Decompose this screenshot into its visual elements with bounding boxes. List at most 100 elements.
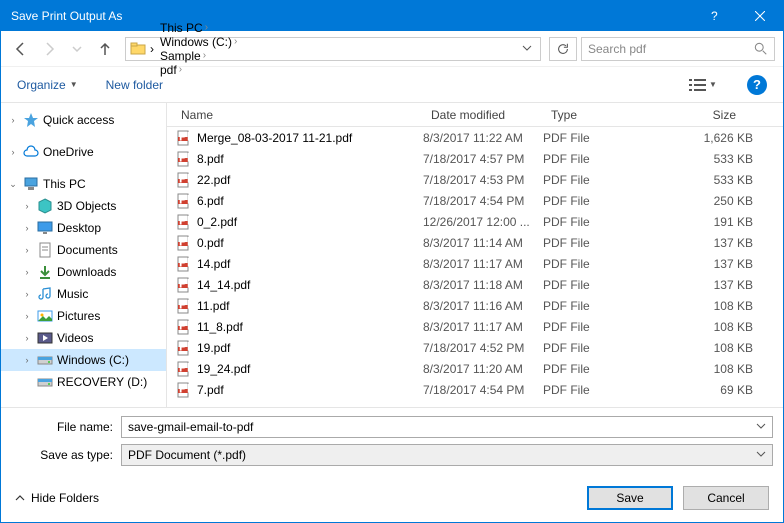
file-row[interactable]: PDF0.pdf8/3/2017 11:14 AMPDF File137 KB — [167, 232, 783, 253]
recent-dropdown[interactable] — [65, 37, 89, 61]
file-list[interactable]: PDFMerge_08-03-2017 11-21.pdf8/3/2017 11… — [167, 127, 783, 407]
pdf-file-icon: PDF — [175, 382, 191, 398]
file-size: 533 KB — [633, 152, 783, 166]
new-folder-button[interactable]: New folder — [106, 78, 163, 92]
tree-item-pictures[interactable]: ›Pictures — [1, 305, 166, 327]
column-name[interactable]: Name — [167, 103, 423, 126]
tree-item-3d-objects[interactable]: ›3D Objects — [1, 195, 166, 217]
tree-item-this-pc[interactable]: ⌄This PC — [1, 173, 166, 195]
tree-item-downloads[interactable]: ›Downloads — [1, 261, 166, 283]
address-bar[interactable]: › This PC›Windows (C:)›Sample›pdf› — [125, 37, 541, 61]
file-name: 0.pdf — [197, 236, 423, 250]
expander-icon[interactable]: › — [21, 289, 33, 299]
pc-icon — [23, 176, 39, 192]
column-type[interactable]: Type — [543, 103, 633, 126]
tree-item-recovery-d-[interactable]: RECOVERY (D:) — [1, 371, 166, 393]
expander-icon[interactable]: › — [21, 245, 33, 255]
tree-item-documents[interactable]: ›Documents — [1, 239, 166, 261]
breadcrumb-windows-c-[interactable]: Windows (C:)› — [158, 35, 239, 49]
file-date: 8/3/2017 11:17 AM — [423, 257, 543, 271]
search-box[interactable] — [581, 37, 775, 61]
cancel-button[interactable]: Cancel — [683, 486, 769, 510]
file-size: 108 KB — [633, 320, 783, 334]
filename-input[interactable] — [128, 420, 756, 434]
expander-icon[interactable]: › — [21, 355, 33, 365]
expander-icon[interactable]: › — [21, 267, 33, 277]
file-size: 137 KB — [633, 236, 783, 250]
forward-button[interactable] — [37, 37, 61, 61]
filename-dropdown[interactable] — [756, 420, 766, 434]
help-button[interactable]: ? — [691, 1, 737, 31]
close-button[interactable] — [737, 1, 783, 31]
expander-icon[interactable]: › — [7, 147, 19, 157]
file-name: 11.pdf — [197, 299, 423, 313]
view-options-button[interactable]: ▼ — [687, 74, 719, 96]
expander-icon[interactable]: › — [21, 201, 33, 211]
navigation-tree[interactable]: ›Quick access ›OneDrive ⌄This PC›3D Object… — [1, 103, 167, 407]
file-size: 137 KB — [633, 278, 783, 292]
file-date: 8/3/2017 11:22 AM — [423, 131, 543, 145]
savetype-combo[interactable]: PDF Document (*.pdf) — [121, 444, 773, 466]
tree-item-onedrive[interactable]: ›OneDrive — [1, 141, 166, 163]
drive-icon — [37, 352, 53, 368]
address-dropdown[interactable] — [518, 42, 536, 56]
file-row[interactable]: PDFMerge_08-03-2017 11-21.pdf8/3/2017 11… — [167, 127, 783, 148]
hide-folders-toggle[interactable]: Hide Folders — [15, 491, 99, 505]
search-icon — [754, 42, 768, 56]
nav-bar: › This PC›Windows (C:)›Sample›pdf› — [1, 31, 783, 67]
svg-text:PDF: PDF — [179, 277, 191, 291]
file-row[interactable]: PDF0_2.pdf12/26/2017 12:00 ...PDF File19… — [167, 211, 783, 232]
savetype-dropdown[interactable] — [756, 448, 766, 462]
file-type: PDF File — [543, 383, 633, 397]
refresh-button[interactable] — [549, 37, 577, 61]
expander-icon[interactable]: › — [7, 115, 19, 125]
save-button[interactable]: Save — [587, 486, 673, 510]
help-icon[interactable]: ? — [747, 75, 767, 95]
file-row[interactable]: PDF8.pdf7/18/2017 4:57 PMPDF File533 KB — [167, 148, 783, 169]
file-row[interactable]: PDF14.pdf8/3/2017 11:17 AMPDF File137 KB — [167, 253, 783, 274]
tree-item-music[interactable]: ›Music — [1, 283, 166, 305]
file-size: 533 KB — [633, 173, 783, 187]
file-row[interactable]: PDF22.pdf7/18/2017 4:53 PMPDF File533 KB — [167, 169, 783, 190]
file-row[interactable]: PDF7.pdf7/18/2017 4:54 PMPDF File69 KB — [167, 379, 783, 400]
pic-icon — [37, 308, 53, 324]
file-date: 8/3/2017 11:20 AM — [423, 362, 543, 376]
svg-text:PDF: PDF — [179, 298, 191, 312]
tree-item-desktop[interactable]: ›Desktop — [1, 217, 166, 239]
svg-text:PDF: PDF — [179, 214, 191, 228]
file-row[interactable]: PDF14_14.pdf8/3/2017 11:18 AMPDF File137… — [167, 274, 783, 295]
file-row[interactable]: PDF19.pdf7/18/2017 4:52 PMPDF File108 KB — [167, 337, 783, 358]
file-name: Merge_08-03-2017 11-21.pdf — [197, 131, 423, 145]
svg-text:PDF: PDF — [179, 172, 191, 186]
file-row[interactable]: PDF11_8.pdf8/3/2017 11:17 AMPDF File108 … — [167, 316, 783, 337]
file-row[interactable]: PDF11.pdf8/3/2017 11:16 AMPDF File108 KB — [167, 295, 783, 316]
file-row[interactable]: PDF6.pdf7/18/2017 4:54 PMPDF File250 KB — [167, 190, 783, 211]
expander-icon[interactable]: › — [21, 311, 33, 321]
file-row[interactable]: PDF19_24.pdf8/3/2017 11:20 AMPDF File108… — [167, 358, 783, 379]
file-size: 137 KB — [633, 257, 783, 271]
column-size[interactable]: Size — [633, 103, 783, 126]
tree-item-quick-access[interactable]: ›Quick access — [1, 109, 166, 131]
back-button[interactable] — [9, 37, 33, 61]
tree-item-windows-c-[interactable]: ›Windows (C:) — [1, 349, 166, 371]
cloud-icon — [23, 144, 39, 160]
svg-text:PDF: PDF — [179, 235, 191, 249]
file-type: PDF File — [543, 299, 633, 313]
up-button[interactable] — [93, 37, 117, 61]
file-name: 6.pdf — [197, 194, 423, 208]
expander-icon[interactable]: › — [21, 223, 33, 233]
breadcrumb-this-pc[interactable]: This PC› — [158, 21, 239, 35]
chevron-right-icon[interactable]: › — [150, 42, 154, 56]
expander-icon[interactable]: ⌄ — [7, 179, 19, 190]
file-size: 191 KB — [633, 215, 783, 229]
expander-icon[interactable]: › — [21, 333, 33, 343]
filename-field[interactable] — [121, 416, 773, 438]
tree-item-videos[interactable]: ›Videos — [1, 327, 166, 349]
file-date: 7/18/2017 4:52 PM — [423, 341, 543, 355]
column-date[interactable]: Date modified — [423, 103, 543, 126]
breadcrumb-sample[interactable]: Sample› — [158, 49, 239, 63]
file-date: 7/18/2017 4:53 PM — [423, 173, 543, 187]
bottom-panel: File name: Save as type: PDF Document (*… — [1, 407, 783, 476]
search-input[interactable] — [588, 42, 754, 56]
organize-menu[interactable]: Organize▼ — [17, 78, 78, 92]
